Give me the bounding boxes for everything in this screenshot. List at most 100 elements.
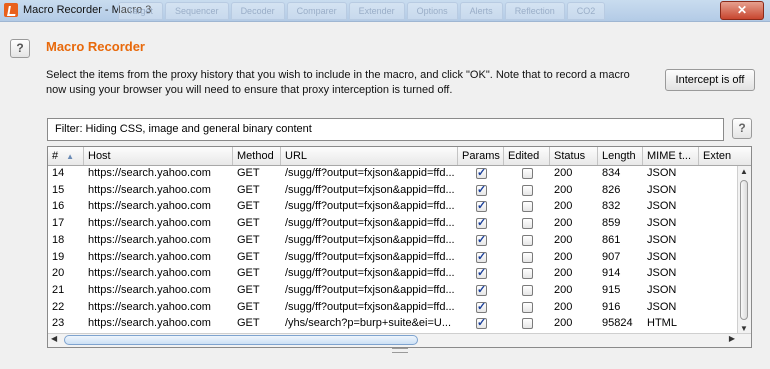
status-cell: 200 xyxy=(554,217,573,230)
table-row[interactable]: 19 https://search.yahoo.com GET/sugg/ff?ou… xyxy=(48,250,736,265)
status-cell: 200 xyxy=(554,167,573,179)
edited-checkbox xyxy=(522,268,533,280)
method-cell: GET xyxy=(237,167,260,179)
sort-ascending-icon: ▲ xyxy=(66,152,75,161)
title-bar: Macro Recorder - Macro 3 Target Sequence… xyxy=(0,0,770,22)
params-checkbox xyxy=(476,316,487,330)
edited-checkbox xyxy=(522,318,533,330)
params-checkbox xyxy=(476,300,487,313)
params-checkbox xyxy=(476,250,487,263)
intercept-toggle-button[interactable]: Intercept is off xyxy=(665,69,755,91)
column-header-extension[interactable]: Exten xyxy=(699,147,751,165)
resize-grip-icon[interactable] xyxy=(392,348,408,353)
host-cell: https://search.yahoo.com xyxy=(88,317,211,330)
help-icon[interactable]: ? xyxy=(10,39,30,58)
column-header-mime-type[interactable]: MIME t... xyxy=(643,147,699,165)
vertical-scrollbar[interactable]: ▲ ▼ xyxy=(737,166,751,334)
background-tab: Comparer xyxy=(286,2,347,20)
column-header-status[interactable]: Status xyxy=(550,147,598,165)
status-cell: 200 xyxy=(554,250,573,263)
url-cell: /sugg/ff?output=fxjson&appid=ffd... xyxy=(285,217,455,230)
url-cell: /sugg/ff?output=fxjson&appid=ffd... xyxy=(285,183,455,196)
table-row[interactable]: 15 https://search.yahoo.com GET/sugg/ff?ou… xyxy=(48,183,736,198)
close-button[interactable]: ✕ xyxy=(720,1,764,20)
mime-cell: JSON xyxy=(647,217,677,230)
scroll-right-arrow-icon[interactable]: ▶ xyxy=(729,334,735,343)
horizontal-scroll-thumb[interactable] xyxy=(64,335,418,345)
horizontal-scrollbar[interactable]: ◀ ▶ xyxy=(48,333,751,347)
ext-cell xyxy=(699,300,736,315)
num-cell: 18 xyxy=(52,233,65,246)
host-cell: https://search.yahoo.com xyxy=(88,283,211,296)
edited-checkbox xyxy=(522,301,533,313)
mime-cell: JSON xyxy=(647,267,677,280)
length-cell: 826 xyxy=(602,183,621,196)
filter-help-icon[interactable]: ? xyxy=(732,118,752,139)
params-checkbox xyxy=(476,216,487,230)
column-header-number[interactable]: # ▲ xyxy=(48,147,84,165)
num-cell: 16 xyxy=(52,200,65,213)
mime-cell: JSON xyxy=(647,183,677,196)
column-header-host[interactable]: Host xyxy=(84,147,233,165)
length-cell: 914 xyxy=(602,267,621,280)
url-cell: /sugg/ff?output=fxjson&appid=ffd... xyxy=(285,300,455,313)
table-row[interactable]: 22 https://search.yahoo.com GET/sugg/ff?ou… xyxy=(48,300,736,315)
instructions-text: Select the items from the proxy history … xyxy=(46,69,630,96)
length-cell: 861 xyxy=(602,233,621,246)
mime-cell: HTML xyxy=(647,317,677,330)
scroll-left-arrow-icon[interactable]: ◀ xyxy=(51,334,57,343)
host-cell: https://search.yahoo.com xyxy=(88,250,211,263)
method-cell: GET xyxy=(237,200,260,213)
background-tab: Decoder xyxy=(230,2,285,20)
table-row[interactable]: 17 https://search.yahoo.com GET/sugg/ff?ou… xyxy=(48,216,736,231)
column-header-length[interactable]: Length xyxy=(598,147,643,165)
scroll-up-arrow-icon[interactable]: ▲ xyxy=(740,167,748,176)
table-row[interactable]: 14 https://search.yahoo.com GET/sugg/ff?ou… xyxy=(48,166,736,181)
vertical-scroll-thumb[interactable] xyxy=(740,180,748,320)
length-cell: 916 xyxy=(602,300,621,313)
method-cell: GET xyxy=(237,183,260,196)
table-row[interactable]: 20 https://search.yahoo.com GET/sugg/ff?ou… xyxy=(48,266,736,281)
table-header: # ▲ Host Method URL Params Edited Status … xyxy=(48,147,751,166)
mime-cell: JSON xyxy=(647,250,677,263)
num-cell: 21 xyxy=(52,283,65,296)
ext-cell xyxy=(699,250,736,265)
num-cell: 15 xyxy=(52,183,65,196)
scroll-down-arrow-icon[interactable]: ▼ xyxy=(740,324,748,333)
background-tab: Target xyxy=(118,2,164,20)
proxy-history-table[interactable]: # ▲ Host Method URL Params Edited Status … xyxy=(47,146,752,348)
host-cell: https://search.yahoo.com xyxy=(88,233,211,246)
length-cell: 95824 xyxy=(602,317,633,330)
ext-cell xyxy=(699,216,736,231)
method-cell: GET xyxy=(237,250,260,263)
url-cell: /sugg/ff?output=fxjson&appid=ffd... xyxy=(285,250,455,263)
column-header-params[interactable]: Params xyxy=(458,147,504,165)
status-cell: 200 xyxy=(554,233,573,246)
status-cell: 200 xyxy=(554,317,573,330)
host-cell: https://search.yahoo.com xyxy=(88,267,211,280)
filter-bar[interactable]: Filter: Hiding CSS, image and general bi… xyxy=(47,118,724,141)
params-checkbox xyxy=(476,183,487,196)
column-header-url[interactable]: URL xyxy=(281,147,458,165)
background-tab: Options xyxy=(406,2,458,20)
ext-cell xyxy=(699,283,736,298)
host-cell: https://search.yahoo.com xyxy=(88,183,211,196)
table-row[interactable]: 23 https://search.yahoo.com GET/yhs/search… xyxy=(48,316,736,331)
column-header-edited[interactable]: Edited xyxy=(504,147,550,165)
edited-checkbox xyxy=(522,218,533,230)
table-row[interactable]: 16 https://search.yahoo.com GET/sugg/ff?ou… xyxy=(48,199,736,214)
url-cell: /sugg/ff?output=fxjson&appid=ffd... xyxy=(285,233,455,246)
column-header-method[interactable]: Method xyxy=(233,147,281,165)
url-cell: /yhs/search?p=burp+suite&ei=U... xyxy=(285,317,452,330)
ext-cell xyxy=(699,316,736,331)
table-row[interactable]: 21 https://search.yahoo.com GET/sugg/ff?ou… xyxy=(48,283,736,298)
table-row[interactable]: 18 https://search.yahoo.com GET/sugg/ff?ou… xyxy=(48,233,736,248)
edited-checkbox xyxy=(522,168,533,179)
page-title: Macro Recorder xyxy=(46,39,145,54)
status-cell: 200 xyxy=(554,200,573,213)
url-cell: /sugg/ff?output=fxjson&appid=ffd... xyxy=(285,283,455,296)
method-cell: GET xyxy=(237,300,260,313)
burp-app-icon xyxy=(4,3,18,17)
length-cell: 834 xyxy=(602,167,621,179)
edited-checkbox xyxy=(522,234,533,246)
